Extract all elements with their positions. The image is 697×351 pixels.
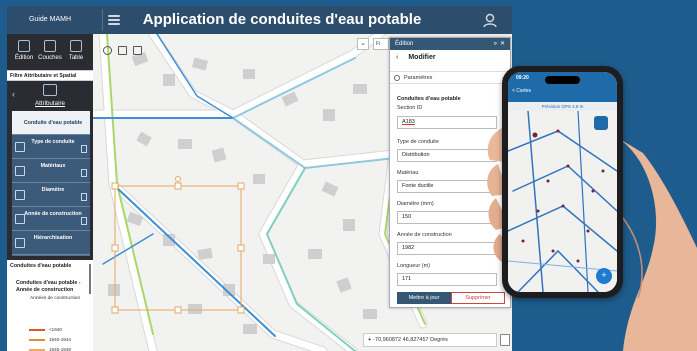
toggle-icon[interactable] — [81, 169, 87, 177]
parameters-label: Paramètres — [404, 75, 433, 81]
field-label: Année de construction — [397, 232, 452, 238]
tool-label: Table — [68, 55, 84, 61]
legend-row-label: 1945-1949 — [49, 347, 71, 351]
crosshair-icon: + — [368, 337, 372, 343]
coordinates-readout: + -70,960872 46,827457 Degrés — [363, 333, 497, 347]
toggle-icon[interactable] — [81, 193, 87, 201]
compass-icon[interactable] — [594, 116, 608, 130]
edit-mode-row: ‹ Modifier — [390, 54, 510, 68]
field-label: Type de conduite — [397, 139, 439, 145]
layer-item-materiaux[interactable]: Matériaux — [12, 159, 90, 183]
layer-item-conduite[interactable]: Conduite d'eau potable — [12, 111, 90, 135]
tool-label: Édition — [14, 55, 34, 61]
edit-icon — [18, 40, 30, 52]
legend-title: Conduites d'eau potable — [10, 263, 72, 269]
add-feature-button[interactable]: + — [596, 268, 612, 284]
legend-panel: Conduites d'eau potable Conduites d'eau … — [7, 260, 93, 351]
layer-label: Type de conduite — [31, 139, 75, 145]
field-value: Fonte ductile — [402, 183, 434, 189]
field-label: Matériau — [397, 170, 419, 176]
table-icon — [70, 40, 82, 52]
user-settings-icon[interactable] — [481, 11, 499, 29]
legend-swatch — [29, 338, 45, 341]
search-icon[interactable] — [103, 46, 112, 55]
legend-subtitle: Conduites d'eau potable - Année de const… — [16, 280, 81, 293]
legend-scrollbar[interactable] — [89, 264, 91, 294]
legend-row-label: 1940-1944 — [49, 337, 71, 342]
legend-row: 1940-1944 — [29, 337, 71, 342]
dynamic-island — [545, 76, 580, 84]
tool-couches[interactable]: Couches — [37, 40, 63, 68]
phone-back-button[interactable]: < Cartes — [512, 88, 531, 94]
attribute-panel: ‹ Attributaire — [7, 81, 93, 109]
layer-item-type[interactable]: Type de conduite — [12, 135, 90, 159]
gps-precision: Précision GPS 4,8 m — [508, 102, 617, 111]
layer-label: Diamètre — [41, 187, 65, 193]
field-value: Distribution — [402, 152, 430, 158]
legend-row-label: <1940 — [49, 327, 62, 332]
update-button[interactable]: Mettre à jour — [397, 292, 451, 304]
layer-item-annee[interactable]: Année de construction — [12, 207, 90, 231]
chevron-down-icon[interactable]: ⌄ — [357, 38, 369, 50]
app-header: Guide MAMH Application de conduites d'ea… — [7, 6, 512, 34]
edit-panel-header: Édition »✕ — [390, 38, 510, 50]
tool-edition[interactable]: Édition — [11, 40, 37, 68]
tool-label: Couches — [38, 55, 62, 61]
edit-mode-label: Modifier — [408, 54, 436, 61]
phone-time: 09:20 — [516, 75, 529, 81]
tool-table[interactable]: Table — [63, 40, 89, 68]
layer-item-diametre[interactable]: Diamètre — [12, 183, 90, 207]
field-label: Section ID — [397, 105, 423, 111]
map-toolbar — [103, 42, 153, 55]
layers-icon — [44, 40, 56, 52]
map-filter-button[interactable]: Fi — [373, 38, 389, 50]
coordinates-value: -70,960872 46,827457 Degrés — [373, 337, 448, 343]
legend-years-label: Années de construction — [30, 296, 81, 301]
select-icon[interactable] — [118, 46, 127, 55]
layer-label: Année de construction — [24, 211, 82, 217]
edit-layer-name: Conduites d'eau potable — [397, 96, 461, 102]
field-label: Longueur (m) — [397, 263, 431, 269]
layer-label: Hiérarchisation — [33, 235, 73, 241]
guide-label[interactable]: Guide MAMH — [7, 6, 93, 34]
legend-row: 1945-1949 — [29, 347, 71, 351]
filter-bar[interactable]: Filtre Attributaire et Spatial — [7, 70, 93, 81]
parameters-row[interactable]: Paramètres ⌄ — [390, 71, 510, 84]
layer-label: Conduite d'eau potable — [23, 120, 83, 126]
measure-icon[interactable] — [133, 46, 142, 55]
toggle-icon[interactable] — [81, 145, 87, 153]
legend-row: <1940 — [29, 327, 62, 332]
edit-panel-title: Édition — [395, 41, 414, 47]
gear-icon — [394, 75, 400, 81]
app-title: Application de conduites d'eau potable — [142, 11, 422, 28]
attribute-icon[interactable] — [43, 84, 57, 96]
chevron-left-icon[interactable]: ‹ — [396, 54, 398, 61]
chevron-left-icon[interactable]: ‹ — [12, 89, 15, 99]
layer-filter-list: Conduite d'eau potable Type de conduite … — [12, 111, 90, 256]
smartphone: 09:20 < Cartes Précision GPS 4,8 m + — [502, 66, 623, 298]
legend-swatch — [29, 328, 45, 331]
phone-screen: 09:20 < Cartes Précision GPS 4,8 m + — [508, 72, 617, 292]
layer-item-hierarchisation[interactable]: Hiérarchisation — [12, 231, 90, 255]
panel-controls[interactable]: »✕ — [494, 38, 508, 50]
legend-swatch — [29, 348, 45, 351]
attribute-label[interactable]: Attributaire — [7, 100, 93, 107]
phone-map[interactable] — [508, 111, 617, 292]
toggle-icon[interactable] — [81, 217, 87, 225]
layer-label: Matériaux — [40, 163, 66, 169]
hamburger-menu-icon[interactable] — [102, 9, 124, 31]
field-label: Diamètre (mm) — [397, 201, 434, 207]
